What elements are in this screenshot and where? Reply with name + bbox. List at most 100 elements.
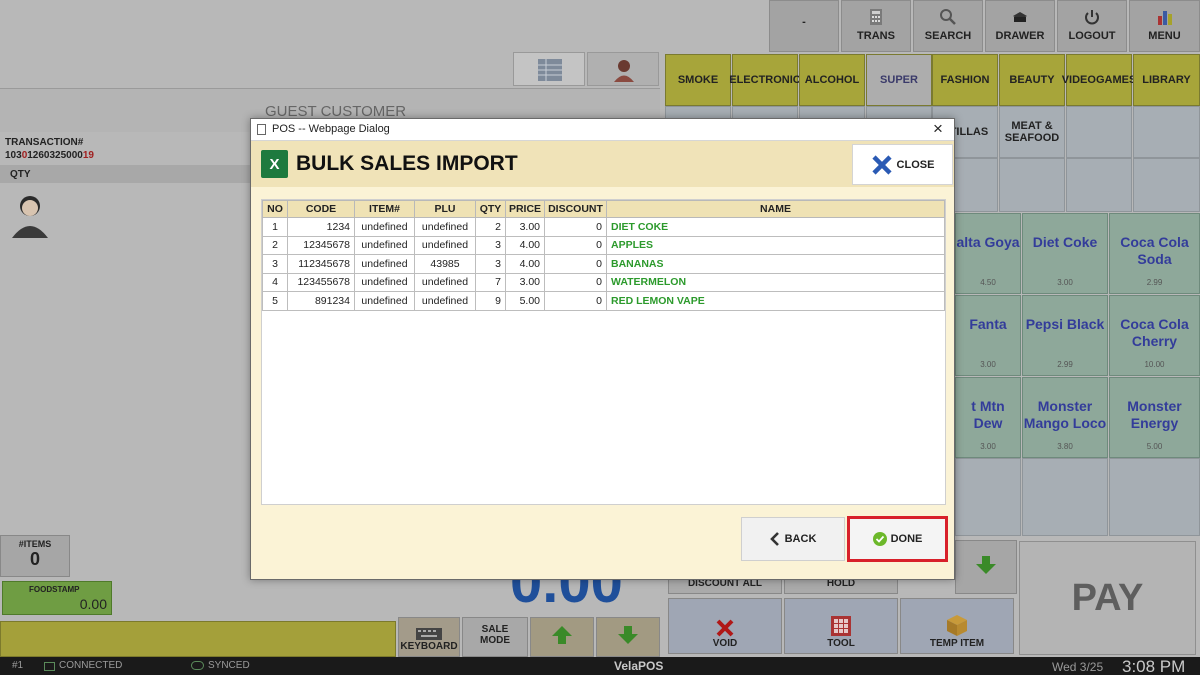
pay-label: PAY <box>1071 576 1144 619</box>
sale-mode-button[interactable]: SALE MODE <box>462 617 528 657</box>
transaction-number: 1030126032500019 <box>5 150 94 161</box>
tx-part: 103 <box>5 150 22 161</box>
table-row[interactable]: 1 1234 undefined undefined 2 3.00 0 DIET COKE <box>262 217 945 237</box>
col-name[interactable]: NAME <box>606 200 945 218</box>
excel-letter: X <box>269 155 280 173</box>
category-label: SMOKE <box>677 74 719 86</box>
cell-name: APPLES <box>606 235 945 255</box>
table-row[interactable]: 3 112345678 undefined 43985 3 4.00 0 BANANAS <box>262 254 945 274</box>
done-button[interactable]: DONE <box>852 521 943 557</box>
product-name: t Mtn Dew <box>971 398 1005 431</box>
void-button[interactable]: VOID <box>668 598 782 654</box>
col-code[interactable]: CODE <box>287 200 355 218</box>
customer-avatar-icon <box>12 196 48 238</box>
product-tile[interactable]: Coca Cola Cherry 10.00 <box>1109 295 1200 376</box>
window-close-button[interactable]: × <box>933 119 943 139</box>
search-button[interactable]: SEARCH <box>913 0 983 52</box>
col-no[interactable]: NO <box>262 200 288 218</box>
foodstamp-value: 0.00 <box>79 596 107 612</box>
category-fashion[interactable]: FASHION <box>932 54 998 106</box>
menu-label: MENU <box>1148 30 1181 42</box>
down-arrow-button[interactable] <box>596 617 660 657</box>
cell-no: 3 <box>262 254 288 274</box>
category-label: VIDEOGAMES <box>1061 74 1137 86</box>
table-row[interactable]: 2 12345678 undefined undefined 3 4.00 0 APPLES <box>262 235 945 255</box>
up-arrow-button[interactable] <box>530 617 594 657</box>
table-view-tab[interactable] <box>513 52 585 86</box>
product-tile[interactable]: Coca Cola Soda 2.99 <box>1109 213 1200 294</box>
category-alcohol[interactable]: ALCOHOL <box>799 54 865 106</box>
cell-code: 123455678 <box>287 272 355 292</box>
empty-tile <box>1066 158 1132 212</box>
product-price: 3.80 <box>1057 442 1073 451</box>
col-qty[interactable]: QTY <box>475 200 506 218</box>
subcategory-meat-seafood[interactable]: MEAT & SEAFOOD <box>999 106 1065 158</box>
category-library[interactable]: LIBRARY <box>1133 54 1200 106</box>
import-table: NO CODE ITEM# PLU QTY PRICE DISCOUNT NAM… <box>262 200 945 311</box>
product-price: 3.00 <box>980 360 996 369</box>
cell-discount: 0 <box>544 254 607 274</box>
col-price[interactable]: PRICE <box>505 200 545 218</box>
category-smoke[interactable]: SMOKE <box>665 54 731 106</box>
back-button[interactable]: BACK <box>741 517 845 561</box>
drawer-button[interactable]: DRAWER <box>985 0 1055 52</box>
sale-mode-label: SALE MODE <box>480 624 510 646</box>
product-tile[interactable]: Monster Mango Loco 3.80 <box>1022 377 1108 458</box>
power-icon <box>1085 10 1099 25</box>
category-beauty[interactable]: BEAUTY <box>999 54 1065 106</box>
connected-status: CONNECTED <box>59 660 123 671</box>
customer-tab[interactable] <box>587 52 659 86</box>
blank-top-button[interactable]: - <box>769 0 839 52</box>
category-videogames[interactable]: VIDEOGAMES <box>1062 54 1136 106</box>
cell-no: 4 <box>262 272 288 292</box>
close-x-icon <box>871 154 892 175</box>
scroll-down-button[interactable] <box>955 540 1017 594</box>
category-super[interactable]: SUPER <box>866 54 932 106</box>
keyboard-button[interactable]: KEYBOARD <box>398 617 460 657</box>
table-header-row: NO CODE ITEM# PLU QTY PRICE DISCOUNT NAM… <box>262 200 945 218</box>
cell-item: undefined <box>354 272 415 292</box>
menu-button[interactable]: MENU <box>1129 0 1200 52</box>
cell-plu: undefined <box>414 217 476 237</box>
product-tile[interactable]: Pepsi Black 2.99 <box>1022 295 1108 376</box>
transaction-label: TRANSACTION# <box>5 137 84 148</box>
logout-button[interactable]: LOGOUT <box>1057 0 1127 52</box>
foodstamp-box: FOODSTAMP 0.00 <box>2 581 112 615</box>
product-name: alta Goya <box>956 234 1020 250</box>
message-bar <box>0 621 396 657</box>
col-discount[interactable]: DISCOUNT <box>544 200 607 218</box>
product-tile[interactable]: Fanta 3.00 <box>955 295 1021 376</box>
cell-discount: 0 <box>544 235 607 255</box>
product-price: 3.00 <box>1057 278 1073 287</box>
category-electronic[interactable]: ELECTRONIC <box>729 54 801 106</box>
cell-name: BANANAS <box>606 254 945 274</box>
back-label: BACK <box>784 533 817 545</box>
dialog-titlebar: POS -- Webpage Dialog × <box>251 119 954 141</box>
cell-plu: 43985 <box>414 254 476 274</box>
tool-button[interactable]: TOOL <box>784 598 898 654</box>
pay-button[interactable]: PAY <box>1019 541 1196 655</box>
qty-label: QTY <box>10 169 31 180</box>
cell-plu: undefined <box>414 235 476 255</box>
temp-item-button[interactable]: TEMP ITEM <box>900 598 1014 654</box>
cell-item: undefined <box>354 254 415 274</box>
product-tile[interactable]: alta Goya 4.50 <box>955 213 1021 294</box>
close-button[interactable]: CLOSE <box>852 144 953 185</box>
category-label: ELECTRONIC <box>729 74 801 86</box>
product-tile[interactable]: t Mtn Dew 3.00 <box>955 377 1021 458</box>
synced-status: SYNCED <box>208 660 250 671</box>
table-row[interactable]: 5 891234 undefined undefined 9 5.00 0 RED LEMON… <box>262 291 945 311</box>
col-plu[interactable]: PLU <box>414 200 476 218</box>
col-item[interactable]: ITEM# <box>354 200 415 218</box>
monitor-icon <box>44 662 55 671</box>
product-name: Monster Mango Loco <box>1023 398 1107 431</box>
product-name: Coca Cola Soda <box>1120 234 1189 267</box>
cell-item: undefined <box>354 235 415 255</box>
trans-button[interactable]: TRANS <box>841 0 911 52</box>
product-tile[interactable]: Diet Coke 3.00 <box>1022 213 1108 294</box>
empty-tile <box>1109 458 1200 536</box>
product-tile[interactable]: Monster Energy 5.00 <box>1109 377 1200 458</box>
items-value: 0 <box>29 549 40 569</box>
bar-chart-icon <box>1157 11 1172 25</box>
table-row[interactable]: 4 123455678 undefined undefined 7 3.00 0 WATERM… <box>262 272 945 292</box>
